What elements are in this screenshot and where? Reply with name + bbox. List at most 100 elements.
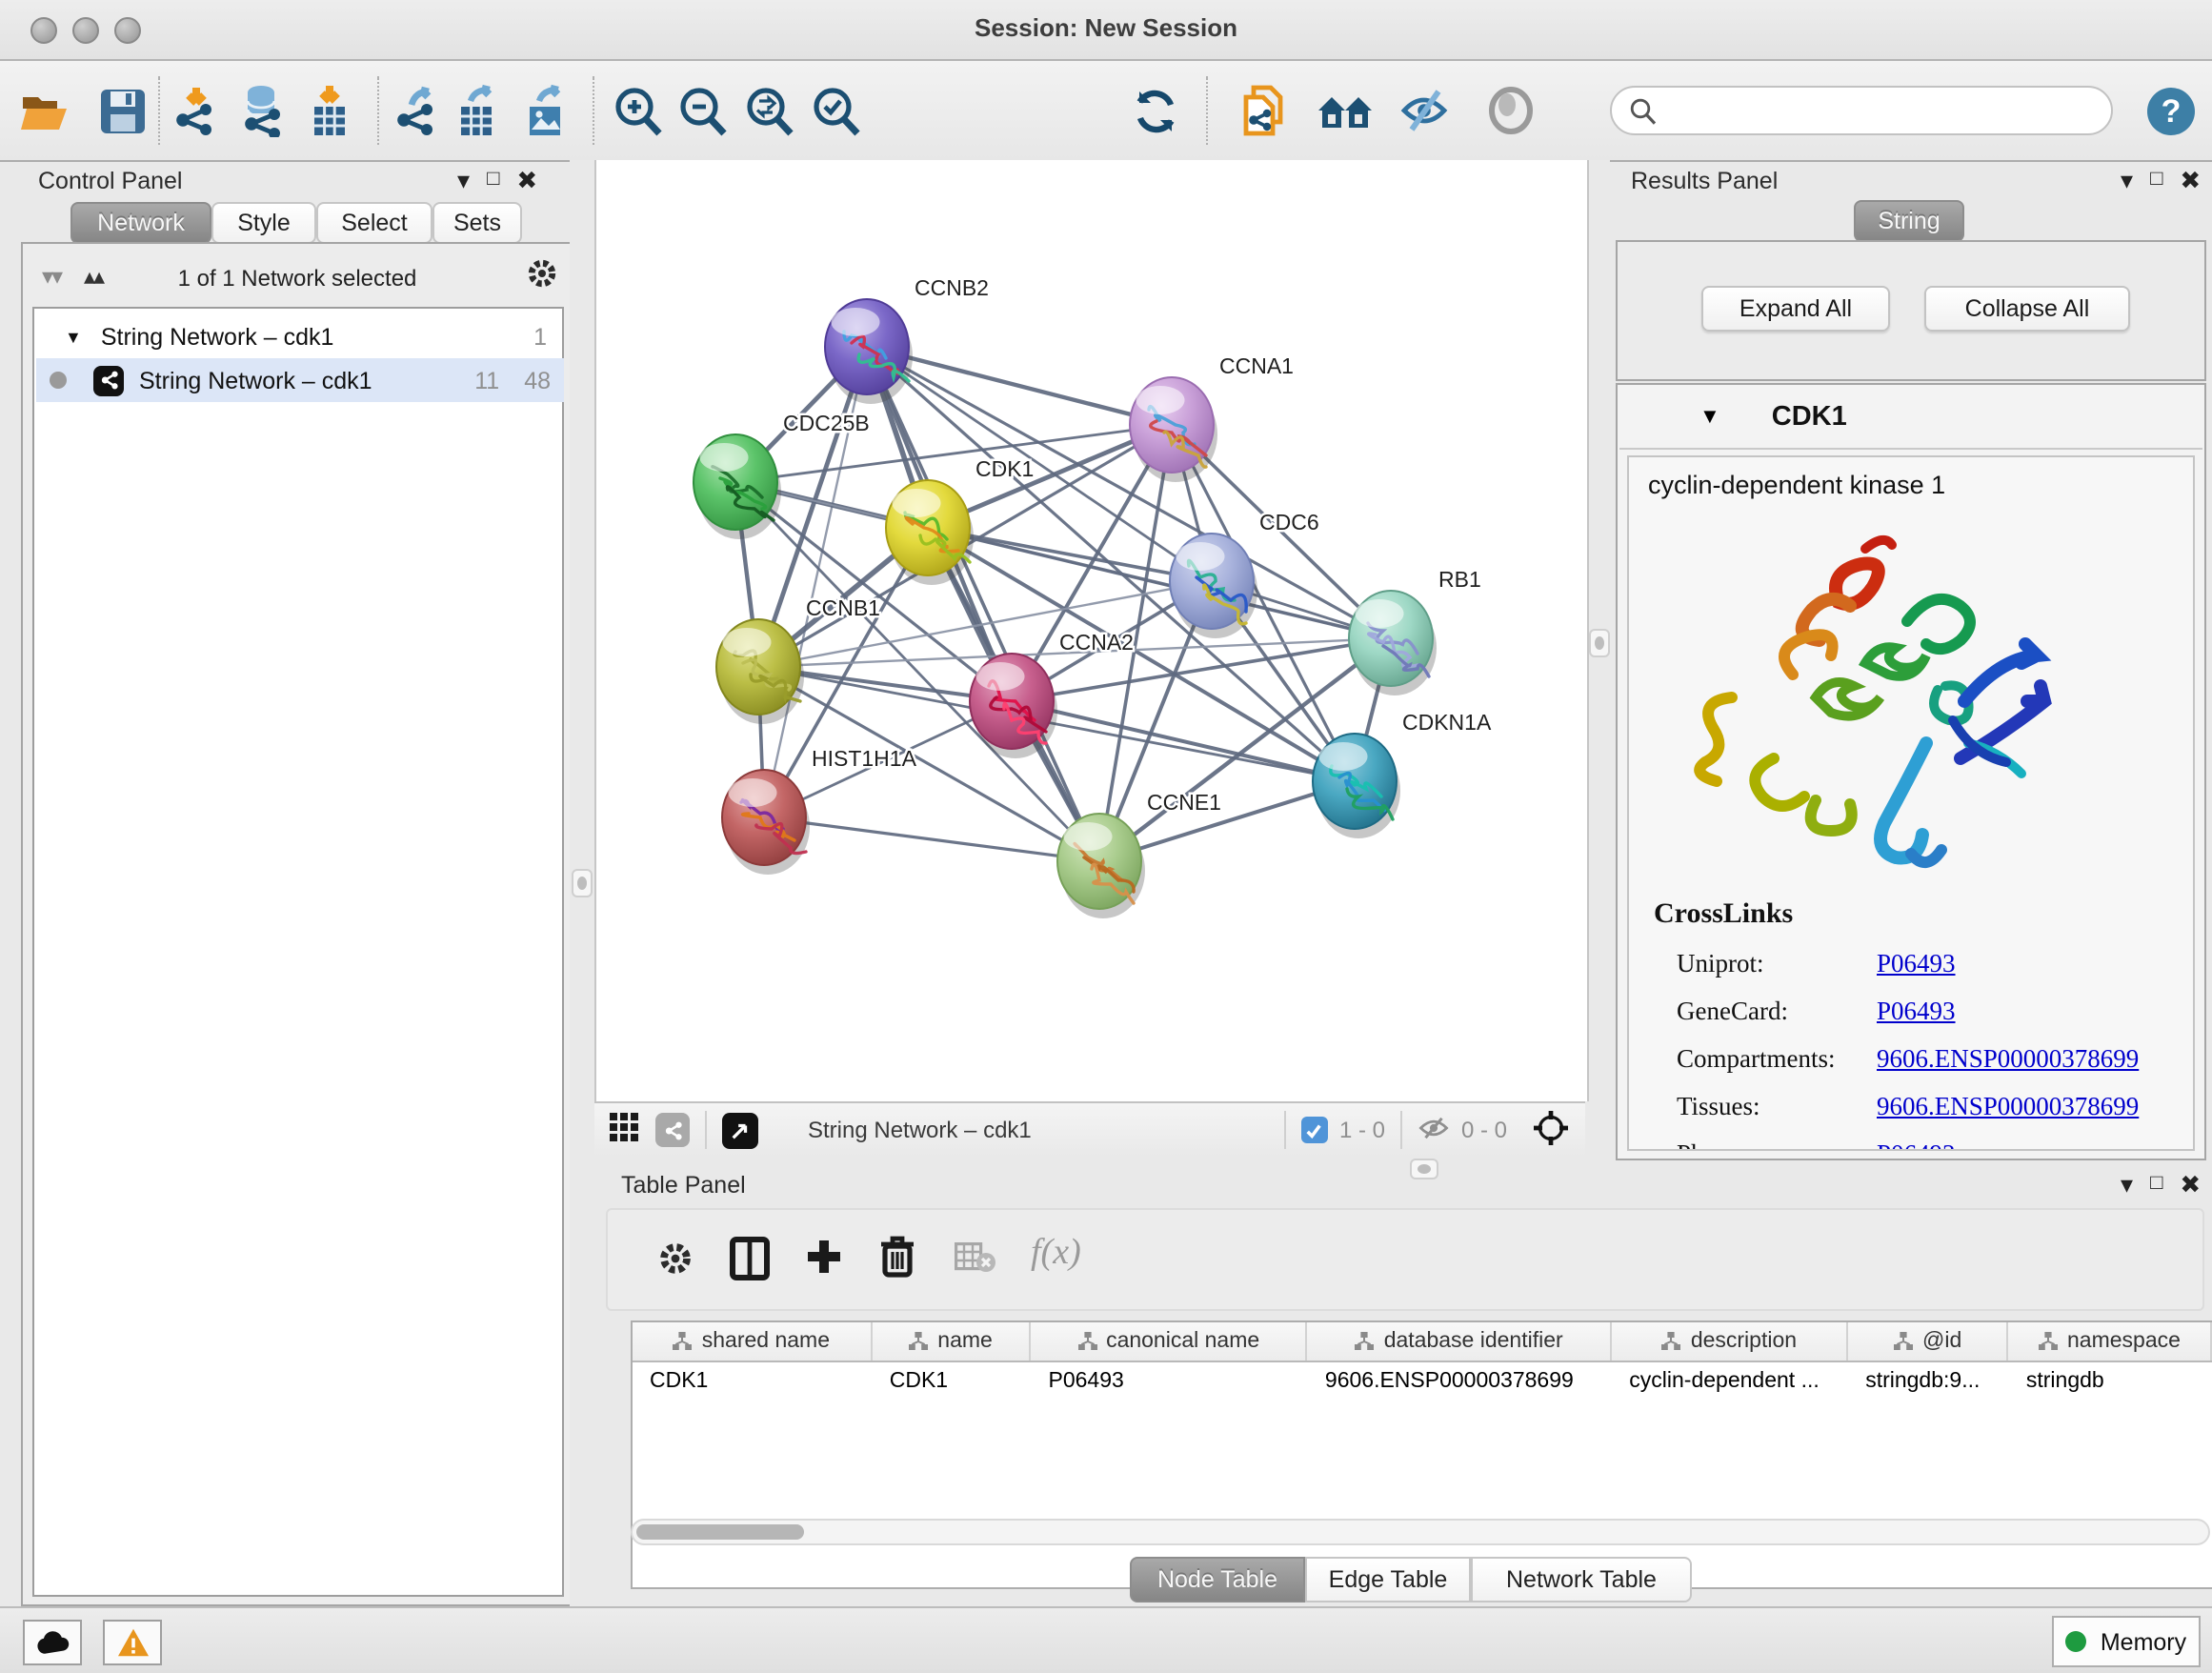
- network-row[interactable]: String Network – cdk1 11 48: [36, 358, 564, 402]
- tab-edge-table[interactable]: Edge Table: [1305, 1557, 1471, 1602]
- panel-float-icon[interactable]: □: [487, 170, 499, 191]
- panel-float-icon[interactable]: □: [2150, 170, 2162, 191]
- network-collection-row[interactable]: ▼ String Network – cdk1 1: [36, 314, 564, 358]
- selected-checkbox-icon[interactable]: [1301, 1117, 1328, 1143]
- tab-node-table[interactable]: Node Table: [1130, 1557, 1305, 1602]
- panel-menu-icon[interactable]: ▾: [2121, 168, 2133, 192]
- network-share-icon[interactable]: [655, 1113, 690, 1147]
- network-graph[interactable]: CCNB2CCNA1CDC25BCDK1CDC6RB1CCNB1CCNA2CDK…: [596, 160, 1587, 1101]
- tree-expander-icon[interactable]: ▼: [65, 327, 82, 346]
- tab-select[interactable]: Select: [316, 202, 432, 244]
- import-network-database-button[interactable]: [234, 82, 292, 139]
- crosslink-link[interactable]: 9606.ENSP00000378699: [1877, 1092, 2139, 1122]
- export-table-button[interactable]: [450, 82, 507, 139]
- expand-all-button[interactable]: Expand All: [1701, 286, 1890, 332]
- tab-sets[interactable]: Sets: [432, 202, 522, 244]
- zoom-selected-button[interactable]: [806, 82, 863, 139]
- grid-view-icon[interactable]: [610, 1113, 638, 1147]
- panel-close-icon[interactable]: ✖: [516, 168, 537, 192]
- node-CCNA2[interactable]: CCNA2: [970, 630, 1134, 758]
- network-selection-summary: 1 of 1 Network selected: [23, 265, 572, 292]
- zoom-out-button[interactable]: [673, 82, 730, 139]
- new-network-from-selection-button[interactable]: [1235, 82, 1292, 139]
- node-RB1[interactable]: RB1: [1349, 567, 1481, 695]
- add-column-icon[interactable]: [804, 1237, 844, 1286]
- vertical-splitter-left[interactable]: [570, 160, 594, 1606]
- crosslink-link[interactable]: P06493: [1877, 1139, 1956, 1151]
- node-CCNE1[interactable]: CCNE1: [1057, 790, 1221, 918]
- network-canvas[interactable]: CCNB2CCNA1CDC25BCDK1CDC6RB1CCNB1CCNA2CDK…: [594, 160, 1589, 1101]
- tab-string[interactable]: String: [1854, 200, 1964, 242]
- import-network-file-button[interactable]: [168, 82, 225, 139]
- column-header-canonical-name[interactable]: canonical name: [1031, 1322, 1308, 1361]
- export-image-button[interactable]: [518, 82, 575, 139]
- hide-selected-button[interactable]: [1397, 82, 1454, 139]
- column-header-description[interactable]: description: [1612, 1322, 1848, 1361]
- delete-table-icon[interactable]: [955, 1242, 996, 1282]
- section-collapse-icon[interactable]: ▼: [1699, 406, 1720, 429]
- column-header--id[interactable]: @id: [1848, 1322, 2009, 1361]
- crosslink-link[interactable]: P06493: [1877, 997, 1956, 1027]
- search-field[interactable]: [1610, 86, 2113, 135]
- crosslink-link[interactable]: P06493: [1877, 949, 1956, 979]
- results-panel-title: Results Panel: [1631, 168, 1778, 194]
- panel-float-icon[interactable]: □: [2150, 1174, 2162, 1195]
- column-header-database-identifier[interactable]: database identifier: [1308, 1322, 1613, 1361]
- memory-button[interactable]: Memory: [2052, 1616, 2201, 1667]
- column-type-icon: [1356, 1332, 1375, 1351]
- panel-menu-icon[interactable]: ▾: [2121, 1172, 2133, 1197]
- column-type-icon: [2039, 1332, 2058, 1351]
- delete-column-trash-icon[interactable]: [878, 1235, 916, 1288]
- panel-menu-icon[interactable]: ▾: [457, 168, 470, 192]
- column-header-namespace[interactable]: namespace: [2009, 1322, 2212, 1361]
- save-session-button[interactable]: [93, 82, 151, 139]
- hidden-eye-icon[interactable]: [1418, 1114, 1450, 1146]
- panel-close-icon[interactable]: ✖: [2180, 168, 2201, 192]
- panel-close-icon[interactable]: ✖: [2180, 1172, 2201, 1197]
- tab-network-table[interactable]: Network Table: [1471, 1557, 1692, 1602]
- help-button[interactable]: ?: [2142, 82, 2199, 139]
- warnings-button[interactable]: [103, 1620, 162, 1665]
- search-input[interactable]: [1658, 95, 2084, 126]
- table-row[interactable]: CDK1CDK1P064939606.ENSP00000378699cyclin…: [633, 1362, 2212, 1399]
- zoom-in-button[interactable]: [608, 82, 665, 139]
- node-CCNB1[interactable]: CCNB1: [716, 595, 880, 724]
- edge-CCNA2-CDKN1A: [1012, 701, 1355, 781]
- show-all-hidden-button[interactable]: [1482, 82, 1539, 139]
- export-network-button[interactable]: [389, 82, 446, 139]
- network-options-gear-icon[interactable]: [526, 257, 558, 299]
- birds-eye-view-icon[interactable]: [722, 1112, 758, 1148]
- table-settings-gear-icon[interactable]: [657, 1240, 694, 1286]
- import-table-file-button[interactable]: [301, 82, 358, 139]
- scrollbar-thumb[interactable]: [636, 1523, 804, 1539]
- first-neighbors-button[interactable]: [1317, 82, 1374, 139]
- apply-layout-button[interactable]: [1126, 82, 1183, 139]
- open-folder-icon: [18, 87, 70, 134]
- select-columns-icon[interactable]: [730, 1237, 770, 1290]
- node-CDKN1A[interactable]: CDKN1A: [1313, 710, 1492, 838]
- collection-count: 1: [533, 323, 547, 350]
- column-header-shared-name[interactable]: shared name: [633, 1322, 873, 1361]
- collapse-all-button[interactable]: Collapse All: [1924, 286, 2130, 332]
- cloud-status-button[interactable]: [23, 1620, 82, 1665]
- table-cell: cyclin-dependent ...: [1612, 1362, 1848, 1399]
- node-HIST1H1A[interactable]: HIST1H1A: [722, 746, 917, 875]
- export-image-icon: [522, 84, 572, 137]
- crosshair-icon[interactable]: [1534, 1110, 1568, 1150]
- tab-network[interactable]: Network: [70, 202, 211, 244]
- zoom-fit-button[interactable]: [739, 82, 796, 139]
- open-session-button[interactable]: [15, 82, 72, 139]
- window-title: Session: New Session: [0, 13, 2212, 42]
- function-builder-icon[interactable]: f(x): [1031, 1233, 1081, 1275]
- import-table-icon: [305, 84, 354, 137]
- node-CCNB2[interactable]: CCNB2: [825, 275, 989, 404]
- column-header-name[interactable]: name: [873, 1322, 1032, 1361]
- tab-style[interactable]: Style: [211, 202, 316, 244]
- gene-section-header[interactable]: ▼ CDK1: [1619, 387, 2202, 450]
- zoom-fit-icon: [742, 85, 794, 136]
- search-icon: [1629, 96, 1658, 125]
- crosslink-link[interactable]: 9606.ENSP00000378699: [1877, 1044, 2139, 1075]
- eye-slash-icon: [1398, 86, 1452, 135]
- table-horizontal-scrollbar[interactable]: [631, 1519, 2210, 1545]
- network-label: String Network – cdk1: [139, 367, 372, 393]
